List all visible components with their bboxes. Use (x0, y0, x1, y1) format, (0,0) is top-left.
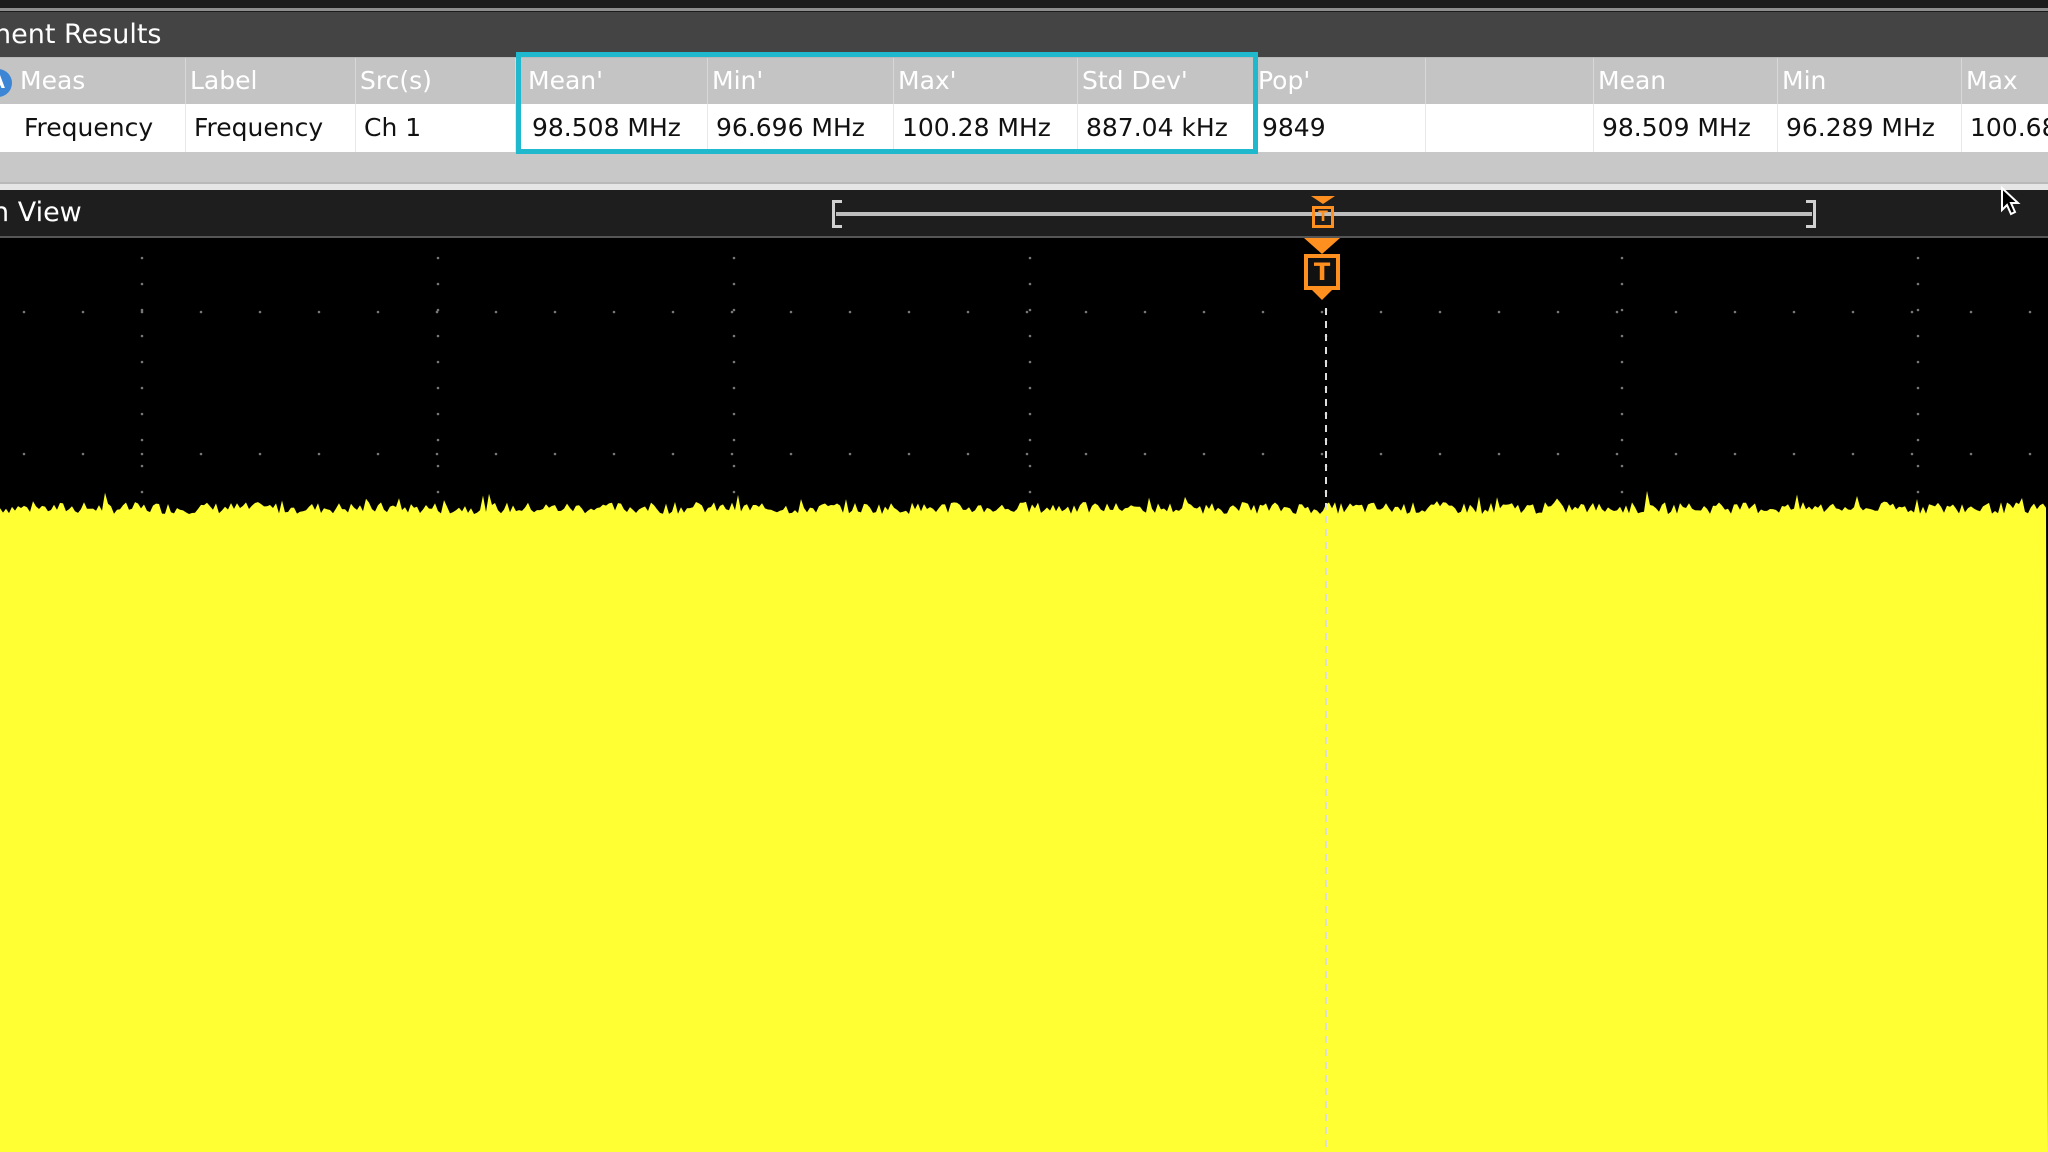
cell-max: 100.68 (1970, 113, 2048, 142)
waveform-view-title: n View (0, 197, 82, 228)
waveform-plot-svg (0, 256, 2048, 1152)
results-panel-footer (0, 152, 2048, 182)
navigator-trigger-icon[interactable]: T (1312, 206, 1334, 228)
col-header-min[interactable]: Min (1778, 58, 1962, 104)
col-header-sources[interactable]: Src(s) (356, 58, 516, 104)
cell-min: 96.289 MHz (1778, 104, 1962, 152)
measurement-badge-icon[interactable]: A (0, 69, 12, 97)
record-navigator-right-bracket[interactable] (1806, 200, 1816, 228)
col-header-mean-prime[interactable]: Mean' (524, 58, 708, 104)
measurement-results-title-bar: nent Results (0, 12, 2048, 57)
results-row-frequency[interactable]: Frequency Frequency Ch 1 98.508 MHz 96.6… (0, 104, 2048, 152)
cell-label: Frequency (186, 104, 356, 152)
col-header-spacer (1426, 58, 1594, 104)
trigger-bottom-arrow-icon (1312, 290, 1332, 300)
measurement-results-title: nent Results (0, 19, 162, 50)
col-header-mean[interactable]: Mean (1594, 58, 1778, 104)
mouse-cursor-icon (2001, 186, 2021, 216)
cell-mean: 98.509 MHz (1594, 104, 1778, 152)
cell-mean-prime: 98.508 MHz (524, 104, 708, 152)
cell-std-dev-prime: 887.04 kHz (1078, 104, 1258, 152)
top-edge-bar (0, 0, 2048, 12)
navigator-trigger-arrow-icon (1311, 196, 1335, 204)
top-edge-line (0, 8, 2048, 11)
trigger-top-arrow-icon (1304, 238, 1340, 254)
cell-sources: Ch 1 (356, 104, 516, 152)
col-header-std-dev-prime[interactable]: Std Dev' (1078, 58, 1258, 104)
col-header-min-prime[interactable]: Min' (708, 58, 894, 104)
cell-spacer (1426, 104, 1594, 152)
waveform-plot-area[interactable] (0, 238, 2048, 1152)
col-header-pop-prime[interactable]: Pop' (1254, 58, 1426, 104)
col-header-label[interactable]: Label (186, 58, 356, 104)
col-header-max[interactable]: Max (1962, 58, 2048, 104)
col-header-max-prime[interactable]: Max' (894, 58, 1078, 104)
results-header-row: A Meas Label Src(s) Mean' Min' Max' Std … (0, 58, 2048, 104)
trigger-marker-icon[interactable]: T (1304, 254, 1340, 290)
cell-pop-prime: 9849 (1254, 104, 1426, 152)
col-header-meas[interactable]: Meas (16, 58, 186, 104)
cell-max-prime: 100.28 MHz (894, 104, 1078, 152)
ch1-waveform-envelope (0, 490, 2048, 1152)
record-navigator-left-bracket[interactable] (832, 200, 842, 228)
cell-min-prime: 96.696 MHz (708, 104, 894, 152)
cell-meas: Frequency (16, 104, 186, 152)
